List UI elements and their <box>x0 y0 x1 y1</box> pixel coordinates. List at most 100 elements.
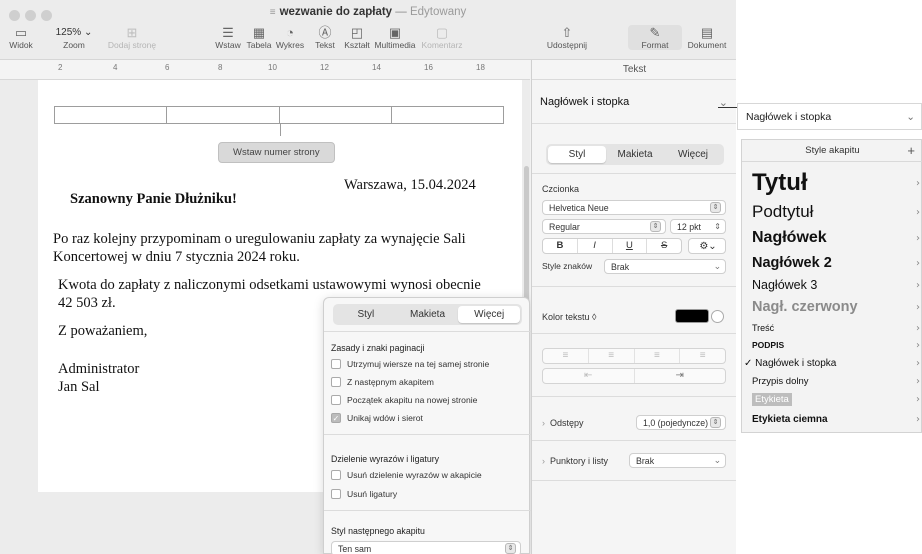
style-item-title[interactable]: Tytuł › <box>742 168 922 198</box>
style-item-label: Nagłówek 3 <box>752 278 818 292</box>
format-button[interactable]: ✎ Format <box>628 25 682 50</box>
underline-button[interactable]: U <box>613 239 648 253</box>
tab-style[interactable]: Styl <box>548 146 606 163</box>
select-arrows-icon: ⇕ <box>650 221 661 232</box>
increase-indent-icon[interactable]: ⇥ <box>635 369 726 383</box>
more-text-options-button[interactable]: ⚙⌄ <box>688 238 726 254</box>
toolbar: ≡ wezwanie do zapłaty — Edytowany ▭ Widok… <box>0 0 736 60</box>
font-size-stepper[interactable]: 12 pkt ⇕ <box>670 219 726 234</box>
style-item-signature[interactable]: PODPIS › <box>742 337 922 353</box>
style-item-heading-red[interactable]: Nagł. czerwony › <box>742 296 922 318</box>
style-item-footnote[interactable]: Przypis dolny › <box>742 373 922 390</box>
zoom-percent: 125% <box>55 27 82 38</box>
share-button[interactable]: ⇧ Udostępnij <box>540 25 594 50</box>
color-swatch[interactable] <box>675 309 709 323</box>
paragraph-1-line-2[interactable]: Koncertowej w dniu 7 stycznia 2024 roku. <box>53 248 300 267</box>
text-color-control[interactable] <box>675 308 725 324</box>
alignment-buttons: ≡ ≡ ≡ ≡ <box>542 348 726 364</box>
decrease-indent-icon[interactable]: ⇤ <box>543 369 635 383</box>
zoom-button[interactable]: 125% ⌄ Zoom <box>47 25 101 50</box>
tab-more[interactable]: Więcej <box>664 146 722 163</box>
style-item-body[interactable]: Treść › <box>742 320 922 336</box>
tab-more[interactable]: Więcej <box>458 306 521 323</box>
checkbox-label: Usuń ligatury <box>347 489 398 499</box>
header-connector <box>280 124 281 136</box>
next-style-select[interactable]: Ten sam ⇕ <box>331 541 521 554</box>
tab-layout[interactable]: Makieta <box>606 146 664 163</box>
align-center-icon[interactable]: ≡ <box>589 349 635 363</box>
tab-layout[interactable]: Makieta <box>397 306 459 323</box>
media-button[interactable]: ▣ Multimedia <box>368 25 422 50</box>
divider <box>532 396 736 397</box>
style-item-heading[interactable]: Nagłówek › <box>742 226 922 250</box>
remove-ligatures-checkbox[interactable]: Usuń ligatury <box>331 489 397 499</box>
chevron-right-icon: › <box>916 177 920 189</box>
page-break-before-checkbox[interactable]: Początek akapitu na nowej stronie <box>331 395 477 405</box>
chevron-down-icon: ⌄ <box>906 110 915 123</box>
bold-button[interactable]: B <box>543 239 578 253</box>
next-style-section-title: Styl następnego akapitu <box>331 526 425 536</box>
letter-closing[interactable]: Z poważaniem, <box>58 322 147 341</box>
letter-date[interactable]: Warszawa, 15.04.2024 <box>344 176 476 195</box>
vertical-scrollbar[interactable] <box>524 166 529 306</box>
style-item-heading-2[interactable]: Nagłówek 2 › <box>742 252 922 274</box>
paragraph-1-line-1[interactable]: Po raz kolejny przypominam o uregulowani… <box>53 230 466 249</box>
checkmark-icon: ✓ <box>744 357 753 369</box>
ruler-mark: 6 <box>165 63 170 72</box>
header-field-center-right[interactable] <box>280 107 392 123</box>
comment-button[interactable]: ▢ Komentarz <box>415 25 469 50</box>
character-style-select[interactable]: Brak ⌄ <box>604 259 726 274</box>
view-button[interactable]: ▭ Widok <box>0 25 48 50</box>
chevron-right-icon: › <box>916 206 920 218</box>
signature-line-2[interactable]: Jan Sal <box>58 378 99 397</box>
header-field-center-left[interactable] <box>167 107 280 123</box>
add-page-button[interactable]: ⊞ Dodaj stronę <box>105 25 159 50</box>
style-item-label-wrap: ✓ Nagłówek i stopka <box>744 358 836 369</box>
checkbox-icon <box>331 470 341 480</box>
strikethrough-button[interactable]: S <box>647 239 681 253</box>
spacing-label[interactable]: › Odstępy <box>542 418 584 428</box>
line-spacing-select[interactable]: 1,0 (pojedyncze) ⇕ <box>636 415 726 430</box>
align-justify-icon[interactable]: ≡ <box>680 349 725 363</box>
header-fields[interactable] <box>54 106 504 124</box>
remove-hyphenation-checkbox[interactable]: Usuń dzielenie wyrazów w akapicie <box>331 470 482 480</box>
callout-leader-line <box>718 107 738 108</box>
style-item-label-dark[interactable]: Etykieta ciemna › <box>742 410 922 428</box>
align-right-icon[interactable]: ≡ <box>635 349 681 363</box>
paragraph-2-line-1[interactable]: Kwota do zapłaty z naliczonymi odsetkami… <box>58 276 481 295</box>
font-style-select[interactable]: Regular ⇕ <box>542 219 666 234</box>
chevron-down-icon: ⌄ <box>713 455 721 465</box>
tab-style[interactable]: Styl <box>335 306 397 323</box>
chevron-right-icon: › <box>542 456 545 466</box>
document-button[interactable]: ▤ Dokument <box>680 25 734 50</box>
align-left-icon[interactable]: ≡ <box>543 349 589 363</box>
header-field-right[interactable] <box>392 107 503 123</box>
italic-button[interactable]: I <box>578 239 613 253</box>
paragraph-style-select[interactable]: Nagłówek i stopka ⌄ <box>540 96 728 109</box>
widow-orphan-checkbox[interactable]: ✓ Unikaj wdów i sierot <box>331 413 423 423</box>
paragraph-style-popup[interactable]: Nagłówek i stopka ⌄ <box>737 103 922 130</box>
ruler-mark: 18 <box>476 63 485 72</box>
color-wheel-icon[interactable] <box>711 309 724 323</box>
select-arrows-icon: ⇕ <box>710 417 721 428</box>
keep-lines-together-checkbox[interactable]: Utrzymuj wiersze na tej samej stronie <box>331 359 489 369</box>
header-field-left[interactable] <box>55 107 168 123</box>
paragraph-2-line-2[interactable]: 42 503 zł. <box>58 294 116 313</box>
letter-greeting[interactable]: Szanowny Panie Dłużniku! <box>70 190 237 209</box>
bullets-label[interactable]: › Punktory i listy <box>542 456 608 466</box>
style-item-subtitle[interactable]: Podtytuł › <box>742 200 922 224</box>
style-item-heading-3[interactable]: Nagłówek 3 › <box>742 275 922 295</box>
text-color-label: Kolor tekstu ◊ <box>542 312 597 322</box>
signature-line-1[interactable]: Administrator <box>58 360 139 379</box>
bullets-select[interactable]: Brak ⌄ <box>629 453 726 468</box>
add-style-button[interactable]: + <box>907 143 915 158</box>
insert-page-number-button[interactable]: Wstaw numer strony <box>218 142 335 163</box>
font-family-select[interactable]: Helvetica Neue ⇕ <box>542 200 726 215</box>
style-item-label-style[interactable]: Etykieta › <box>742 391 922 408</box>
title-separator: — <box>395 6 407 18</box>
keep-with-next-checkbox[interactable]: Z następnym akapitem <box>331 377 434 387</box>
select-arrows-icon: ⇕ <box>710 202 721 213</box>
style-item-header-footer[interactable]: ✓ Nagłówek i stopka › <box>742 354 922 372</box>
ruler[interactable]: 2 4 6 8 10 12 14 16 18 <box>0 60 530 80</box>
window-title: ≡ wezwanie do zapłaty — Edytowany <box>0 6 736 18</box>
